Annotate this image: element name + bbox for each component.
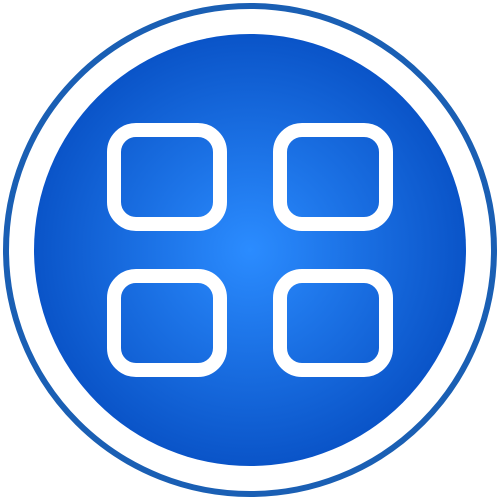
badge-circle	[34, 34, 466, 466]
grid-apps-icon[interactable]	[0, 0, 500, 500]
app-grid-badge[interactable]	[0, 0, 500, 500]
